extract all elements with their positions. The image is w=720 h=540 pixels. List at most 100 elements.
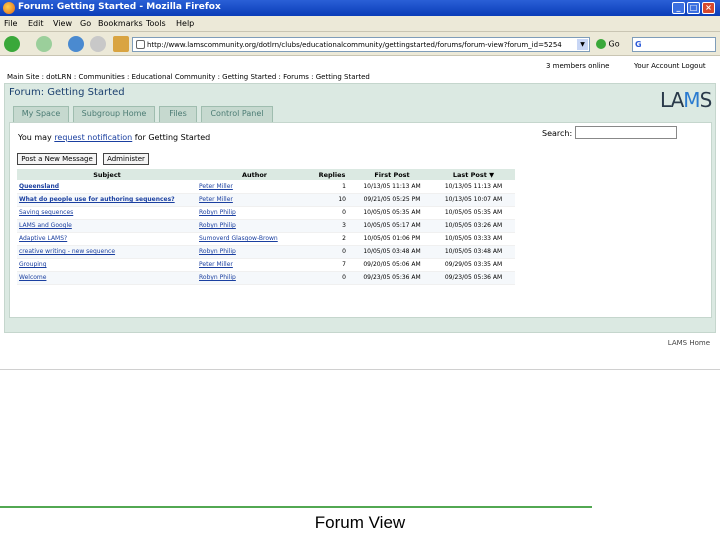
tab-control-panel[interactable]: Control Panel bbox=[201, 106, 273, 122]
topic-link[interactable]: What do people use for authoring sequenc… bbox=[17, 193, 197, 207]
first-post-date: 10/05/05 01:06 PM bbox=[352, 232, 432, 246]
replies-count: 3 bbox=[312, 219, 352, 233]
topic-link[interactable]: Grouping bbox=[17, 258, 197, 272]
author-link[interactable]: Peter Miller bbox=[197, 180, 312, 194]
last-post-date: 10/05/05 03:26 AM bbox=[432, 219, 515, 233]
column-header-last-post[interactable]: Last Post ▼ bbox=[432, 169, 515, 180]
last-post-date: 10/05/05 03:48 AM bbox=[432, 245, 515, 259]
members-online: 3 members online bbox=[546, 62, 610, 70]
menu-file[interactable]: File bbox=[4, 19, 17, 28]
last-post-date: 10/05/05 03:33 AM bbox=[432, 232, 515, 246]
search-label: Search: bbox=[542, 129, 573, 138]
first-post-date: 09/21/05 05:25 PM bbox=[352, 193, 432, 207]
menu-bookmarks[interactable]: Bookmarks bbox=[98, 19, 143, 28]
lams-logo: LAMS bbox=[660, 88, 713, 112]
author-link[interactable]: Sumoverd Glasgow-Brown bbox=[197, 232, 312, 246]
post-new-message-button[interactable]: Post a New Message bbox=[17, 153, 97, 165]
topic-link[interactable]: Queensland bbox=[17, 180, 197, 194]
notification-text: You may request notification for Getting… bbox=[18, 133, 210, 142]
page-content: 3 members online Your Account Logout Mai… bbox=[0, 57, 720, 508]
author-link[interactable]: Robyn Philip bbox=[197, 206, 312, 220]
table-row: What do people use for authoring sequenc… bbox=[17, 193, 515, 207]
web-search-box[interactable]: G bbox=[632, 37, 716, 52]
firefox-icon bbox=[3, 2, 15, 14]
topic-link[interactable]: LAMS and Google bbox=[17, 219, 197, 233]
author-link[interactable]: Peter Miller bbox=[197, 258, 312, 272]
column-header-author[interactable]: Author bbox=[197, 169, 312, 180]
table-row: Queensland Peter Miller 1 10/13/05 11:13 AM… bbox=[17, 180, 515, 194]
page-favicon bbox=[136, 40, 145, 49]
menu-tools[interactable]: Tools bbox=[146, 19, 166, 28]
close-button[interactable]: × bbox=[702, 2, 715, 14]
topic-link[interactable]: creative writing - new sequence bbox=[17, 245, 197, 259]
menu-bar: File Edit View Go Bookmarks Tools Help bbox=[0, 16, 720, 32]
page-title: Forum: Getting Started bbox=[9, 87, 125, 98]
go-label: Go bbox=[608, 39, 620, 49]
divider bbox=[0, 369, 720, 370]
column-header-subject[interactable]: Subject bbox=[17, 169, 197, 180]
address-bar: ▼ bbox=[132, 37, 590, 52]
replies-count: 0 bbox=[312, 245, 352, 259]
table-row: LAMS and Google Robyn Philip 3 10/05/05 05:… bbox=[17, 219, 515, 233]
page-footer: LAMS Home bbox=[0, 337, 720, 353]
breadcrumb[interactable]: Main Site : dotLRN : Communities : Educa… bbox=[7, 73, 370, 81]
column-header-first-post[interactable]: First Post bbox=[352, 169, 432, 180]
url-dropdown-icon[interactable]: ▼ bbox=[577, 39, 588, 50]
topic-link[interactable]: Welcome bbox=[17, 271, 197, 285]
account-links[interactable]: Your Account Logout bbox=[634, 62, 706, 70]
forum-panel: Forum: Getting Started LAMS My Space Sub… bbox=[4, 83, 716, 333]
maximize-button[interactable]: □ bbox=[687, 2, 700, 14]
author-link[interactable]: Robyn Philip bbox=[197, 271, 312, 285]
first-post-date: 10/05/05 05:35 AM bbox=[352, 206, 432, 220]
notify-suffix: for Getting Started bbox=[132, 133, 211, 142]
tab-my-space[interactable]: My Space bbox=[13, 106, 69, 122]
first-post-date: 10/05/05 05:17 AM bbox=[352, 219, 432, 233]
column-header-replies[interactable]: Replies bbox=[312, 169, 352, 180]
lams-home-link[interactable]: LAMS Home bbox=[668, 339, 710, 347]
last-post-date: 10/13/05 11:13 AM bbox=[432, 180, 515, 194]
administer-button[interactable]: Administer bbox=[103, 153, 149, 165]
window-title: Forum: Getting Started - Mozilla Firefox bbox=[18, 2, 221, 12]
go-arrow-icon bbox=[596, 39, 606, 49]
table-header-row: Subject Author Replies First Post Last P… bbox=[17, 169, 515, 180]
minimize-button[interactable]: _ bbox=[672, 2, 685, 14]
menu-edit[interactable]: Edit bbox=[28, 19, 44, 28]
url-input[interactable] bbox=[147, 39, 575, 50]
logo-text-end: S bbox=[699, 88, 713, 112]
home-icon[interactable] bbox=[113, 36, 129, 52]
author-link[interactable]: Peter Miller bbox=[197, 193, 312, 207]
table-row: Adaptive LAMS? Sumoverd Glasgow-Brown 2 10/… bbox=[17, 232, 515, 246]
tab-files[interactable]: Files bbox=[159, 106, 197, 122]
search-input[interactable] bbox=[575, 126, 677, 139]
menu-view[interactable]: View bbox=[53, 19, 72, 28]
stop-icon[interactable] bbox=[90, 36, 106, 52]
first-post-date: 10/13/05 11:13 AM bbox=[352, 180, 432, 194]
author-link[interactable]: Robyn Philip bbox=[197, 245, 312, 259]
table-row: Grouping Peter Miller 7 09/20/05 05:06 AM 09… bbox=[17, 258, 515, 272]
menu-help[interactable]: Help bbox=[176, 19, 194, 28]
replies-count: 1 bbox=[312, 180, 352, 194]
menu-go[interactable]: Go bbox=[80, 19, 91, 28]
window-title-bar: Forum: Getting Started - Mozilla Firefox… bbox=[0, 0, 720, 16]
google-icon: G bbox=[635, 40, 642, 49]
last-post-date: 09/23/05 05:36 AM bbox=[432, 271, 515, 285]
forward-arrow-icon[interactable] bbox=[36, 36, 52, 52]
topic-link[interactable]: Adaptive LAMS? bbox=[17, 232, 197, 246]
topic-link[interactable]: Saving sequences bbox=[17, 206, 197, 220]
back-arrow-icon[interactable] bbox=[4, 36, 20, 52]
replies-count: 2 bbox=[312, 232, 352, 246]
navigation-toolbar: ▼ Go G bbox=[0, 32, 720, 56]
tab-subgroup-home[interactable]: Subgroup Home bbox=[73, 106, 155, 122]
author-link[interactable]: Robyn Philip bbox=[197, 219, 312, 233]
replies-count: 0 bbox=[312, 271, 352, 285]
request-notification-link[interactable]: request notification bbox=[54, 133, 132, 142]
logo-text-middle: M bbox=[683, 88, 700, 112]
go-button[interactable]: Go bbox=[596, 39, 620, 49]
last-post-date: 09/29/05 03:35 AM bbox=[432, 258, 515, 272]
reload-icon[interactable] bbox=[68, 36, 84, 52]
table-row: Saving sequences Robyn Philip 0 10/05/05 05… bbox=[17, 206, 515, 220]
first-post-date: 09/20/05 05:06 AM bbox=[352, 258, 432, 272]
replies-count: 10 bbox=[312, 193, 352, 207]
forum-table: Subject Author Replies First Post Last P… bbox=[17, 169, 515, 285]
notify-prefix: You may bbox=[18, 133, 55, 142]
